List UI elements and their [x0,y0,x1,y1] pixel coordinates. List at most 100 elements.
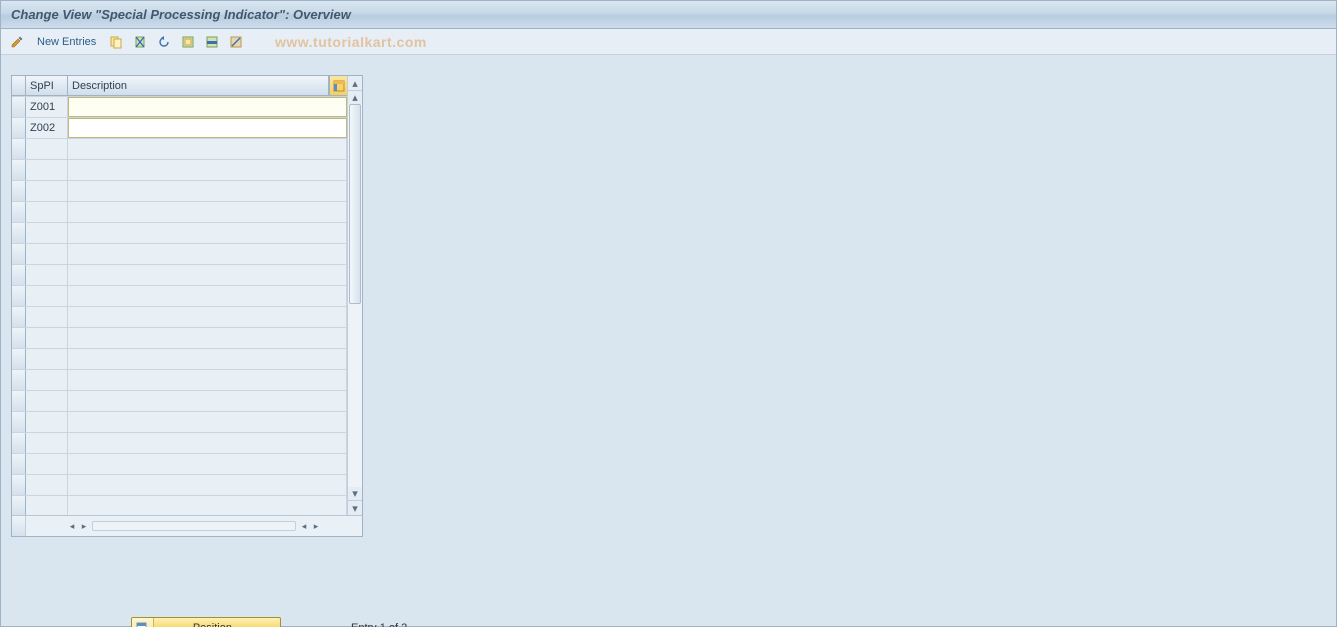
row-selector[interactable] [12,223,26,243]
cell-sppi[interactable] [26,244,68,264]
row-selector[interactable] [12,244,26,264]
cell-sppi[interactable] [26,328,68,348]
row-selector[interactable] [12,160,26,180]
row-selector[interactable] [12,475,26,495]
copy-as-icon[interactable] [106,32,126,52]
cell-description[interactable] [68,223,347,243]
table-row[interactable] [12,328,347,349]
cell-sppi[interactable] [26,307,68,327]
row-selector[interactable] [12,370,26,390]
row-selector[interactable] [12,328,26,348]
table-row[interactable] [12,307,347,328]
row-selector[interactable] [12,202,26,222]
cell-description[interactable] [68,118,347,138]
table-row[interactable] [12,433,347,454]
col-header-description[interactable]: Description [68,76,329,96]
cell-sppi[interactable] [26,370,68,390]
cell-sppi[interactable] [26,391,68,411]
cell-sppi[interactable] [26,454,68,474]
position-button[interactable]: Position... [131,617,281,627]
cell-sppi[interactable] [26,223,68,243]
row-selector[interactable] [12,349,26,369]
cell-sppi[interactable] [26,475,68,495]
cell-sppi[interactable] [26,202,68,222]
table-row[interactable] [12,139,347,160]
cell-description[interactable] [68,496,347,515]
cell-description[interactable] [68,433,347,453]
row-selector[interactable] [12,181,26,201]
table-row[interactable]: Z001 [12,97,347,118]
select-block-icon[interactable] [202,32,222,52]
cell-description[interactable] [68,391,347,411]
cell-sppi[interactable] [26,286,68,306]
cell-sppi[interactable] [26,139,68,159]
row-selector[interactable] [12,286,26,306]
cell-description[interactable] [68,244,347,264]
cell-description[interactable] [68,97,347,117]
table-row[interactable] [12,223,347,244]
hscroll-left2-icon[interactable]: ◂ [298,520,310,532]
row-selector[interactable] [12,118,26,138]
row-selector-header[interactable] [12,76,26,96]
table-row[interactable] [12,412,347,433]
new-entries-button[interactable]: New Entries [31,32,102,52]
table-settings-icon[interactable] [329,76,347,96]
cell-description[interactable] [68,160,347,180]
table-row[interactable] [12,475,347,496]
scroll-up2-icon[interactable]: ▴ [348,90,362,104]
table-row[interactable] [12,370,347,391]
table-row[interactable] [12,265,347,286]
cell-sppi[interactable] [26,265,68,285]
cell-description[interactable] [68,328,347,348]
table-row[interactable] [12,391,347,412]
cell-description[interactable] [68,307,347,327]
undo-icon[interactable] [154,32,174,52]
vertical-scrollbar[interactable]: ▴ ▴ ▾ ▾ [347,76,362,515]
cell-sppi[interactable] [26,349,68,369]
table-row[interactable] [12,496,347,515]
table-row[interactable] [12,454,347,475]
toggle-edit-icon[interactable] [7,32,27,52]
scroll-down2-icon[interactable]: ▾ [348,487,362,501]
scroll-thumb[interactable] [349,104,361,304]
cell-description[interactable] [68,181,347,201]
delete-icon[interactable] [130,32,150,52]
cell-description[interactable] [68,412,347,432]
row-selector[interactable] [12,391,26,411]
row-selector[interactable] [12,139,26,159]
row-selector[interactable] [12,412,26,432]
select-all-icon[interactable] [178,32,198,52]
col-header-sppi[interactable]: SpPI [26,76,68,96]
scroll-up-icon[interactable]: ▴ [348,76,362,90]
cell-description[interactable] [68,475,347,495]
hscroll-right-icon[interactable]: ▸ [78,520,90,532]
table-row[interactable] [12,181,347,202]
scroll-down-icon[interactable]: ▾ [348,501,362,515]
table-row[interactable] [12,202,347,223]
cell-description[interactable] [68,286,347,306]
cell-description[interactable] [68,139,347,159]
scroll-track[interactable] [348,104,362,487]
cell-sppi[interactable] [26,160,68,180]
cell-description[interactable] [68,202,347,222]
table-row[interactable] [12,244,347,265]
row-selector[interactable] [12,496,26,515]
cell-sppi[interactable]: Z002 [26,118,68,138]
cell-sppi[interactable] [26,412,68,432]
table-row[interactable] [12,160,347,181]
hscroll-right2-icon[interactable]: ▸ [310,520,322,532]
row-selector[interactable] [12,97,26,117]
table-row[interactable] [12,286,347,307]
cell-description[interactable] [68,265,347,285]
cell-description[interactable] [68,370,347,390]
hscroll-left-icon[interactable]: ◂ [66,520,78,532]
cell-sppi[interactable] [26,496,68,515]
cell-description[interactable] [68,349,347,369]
row-selector[interactable] [12,454,26,474]
horizontal-scrollbar[interactable]: ◂ ▸ ◂ ▸ [66,519,322,533]
row-selector[interactable] [12,433,26,453]
row-selector[interactable] [12,307,26,327]
cell-description[interactable] [68,454,347,474]
row-selector[interactable] [12,265,26,285]
hscroll-track[interactable] [92,521,296,531]
